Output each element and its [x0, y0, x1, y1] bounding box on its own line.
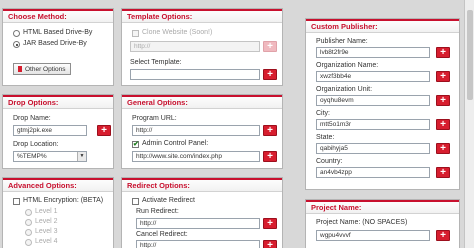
organization-name-field[interactable]: xwzf3bb4e — [316, 71, 430, 82]
method-jar-radio[interactable] — [13, 41, 20, 48]
redirect-options-panel: Redirect Options: Activate Redirect Run … — [121, 177, 283, 248]
custom-publisher-panel: Custom Publisher: Publisher Name: lvb8t2… — [305, 18, 460, 190]
organization-unit-label: Organization Unit: — [316, 86, 373, 93]
level-4-radio[interactable] — [25, 239, 32, 246]
organization-unit-add-button[interactable]: + — [436, 95, 450, 106]
program-url-field[interactable]: http:// — [132, 125, 260, 136]
custom-publisher-header: Custom Publisher: — [306, 19, 459, 33]
advanced-options-panel: Advanced Options: HTML Encryption: (BETA… — [2, 177, 114, 248]
state-field[interactable]: qabihyja5 — [316, 143, 430, 154]
country-field[interactable]: an4vb4zpp — [316, 167, 430, 178]
country-label: Country: — [316, 158, 343, 165]
advanced-options-header: Advanced Options: — [3, 178, 113, 192]
template-options-header: Template Options: — [122, 9, 282, 23]
organization-name-add-button[interactable]: + — [436, 71, 450, 82]
run-redirect-field[interactable]: http:// — [136, 218, 260, 229]
organization-name-label: Organization Name: — [316, 62, 379, 69]
chevron-down-icon: ▼ — [77, 152, 86, 161]
method-jar-label: JAR Based Drive-By — [23, 40, 87, 47]
method-html-label: HTML Based Drive-By — [23, 29, 93, 36]
program-url-label: Program URL: — [132, 115, 177, 122]
clone-url-field[interactable]: http:// — [130, 41, 260, 52]
choose-method-panel: Choose Method: HTML Based Drive-By JAR B… — [2, 8, 114, 86]
publisher-name-field[interactable]: lvb8t2fr9e — [316, 47, 430, 58]
level-4-label: Level 4 — [35, 238, 58, 245]
drop-options-panel: Drop Options: Drop Name: gtmj2pk.exe + D… — [2, 94, 114, 169]
other-options-label: Other Options — [25, 66, 66, 73]
vertical-scrollbar[interactable] — [464, 0, 474, 248]
redirect-options-title: Redirect Options: — [127, 181, 190, 190]
level-3-radio[interactable] — [25, 229, 32, 236]
drop-location-value: %TEMP% — [17, 153, 47, 160]
project-name-panel: Project Name: Project Name: (NO SPACES) … — [305, 199, 460, 248]
project-name-header: Project Name: — [306, 200, 459, 214]
general-options-title: General Options: — [127, 98, 188, 107]
level-1-radio[interactable] — [25, 209, 32, 216]
drop-options-title: Drop Options: — [8, 98, 59, 107]
general-options-panel: General Options: Program URL: http:// + … — [121, 94, 283, 169]
organization-unit-field[interactable]: oyqhu8evm — [316, 95, 430, 106]
project-name-title: Project Name: — [311, 203, 362, 212]
clone-add-button[interactable]: + — [263, 41, 277, 52]
cancel-redirect-add-button[interactable]: + — [263, 240, 277, 248]
activate-redirect-label: Activate Redirect — [142, 197, 195, 204]
admin-panel-field[interactable]: http://www.site.com/index.php — [132, 151, 260, 162]
city-add-button[interactable]: + — [436, 119, 450, 130]
method-html-radio[interactable] — [13, 30, 20, 37]
level-2-radio[interactable] — [25, 219, 32, 226]
drop-location-label: Drop Location: — [13, 141, 59, 148]
country-add-button[interactable]: + — [436, 167, 450, 178]
run-redirect-add-button[interactable]: + — [263, 218, 277, 229]
clone-website-label: Clone Website (Soon!) — [142, 29, 213, 36]
activate-redirect-checkbox[interactable] — [132, 198, 139, 205]
scrollbar-thumb[interactable] — [467, 10, 473, 100]
drop-options-header: Drop Options: — [3, 95, 113, 109]
cancel-redirect-field[interactable]: http:// — [136, 240, 260, 248]
run-redirect-label: Run Redirect: — [136, 208, 179, 215]
level-3-label: Level 3 — [35, 228, 58, 235]
project-name-field[interactable]: wgpu4vvvf — [316, 230, 430, 241]
admin-panel-add-button[interactable]: + — [263, 151, 277, 162]
publisher-name-label: Publisher Name: — [316, 38, 368, 45]
level-1-label: Level 1 — [35, 208, 58, 215]
drop-name-field[interactable]: gtmj2pk.exe — [13, 125, 87, 136]
city-label: City: — [316, 110, 330, 117]
redirect-options-header: Redirect Options: — [122, 178, 282, 192]
html-encryption-label: HTML Encryption: (BETA) — [23, 197, 104, 204]
program-url-add-button[interactable]: + — [263, 125, 277, 136]
choose-method-title: Choose Method: — [8, 12, 67, 21]
general-options-header: General Options: — [122, 95, 282, 109]
template-options-title: Template Options: — [127, 12, 193, 21]
select-template-add-button[interactable]: + — [263, 69, 277, 80]
other-options-button[interactable]: Other Options — [13, 63, 71, 75]
template-options-panel: Template Options: Clone Website (Soon!) … — [121, 8, 283, 86]
advanced-options-title: Advanced Options: — [8, 181, 77, 190]
select-template-field[interactable] — [130, 69, 260, 80]
html-encryption-checkbox[interactable] — [13, 198, 20, 205]
admin-panel-checkbox[interactable]: ✔ — [132, 141, 139, 148]
drop-name-label: Drop Name: — [13, 115, 51, 122]
project-name-add-button[interactable]: + — [436, 230, 450, 241]
state-label: State: — [316, 134, 335, 141]
city-field[interactable]: mtt5o1m3r — [316, 119, 430, 130]
publisher-name-add-button[interactable]: + — [436, 47, 450, 58]
project-name-label: Project Name: (NO SPACES) — [316, 219, 408, 226]
cancel-redirect-label: Cancel Redirect: — [136, 231, 188, 238]
choose-method-header: Choose Method: — [3, 9, 113, 23]
drop-name-add-button[interactable]: + — [97, 125, 111, 136]
clone-website-checkbox[interactable] — [132, 30, 139, 37]
admin-panel-label: Admin Control Panel: — [142, 140, 209, 147]
level-2-label: Level 2 — [35, 218, 58, 225]
other-options-marker — [18, 66, 22, 72]
drop-location-select[interactable]: %TEMP% ▼ — [13, 151, 87, 162]
custom-publisher-title: Custom Publisher: — [311, 22, 378, 31]
select-template-label: Select Template: — [130, 59, 182, 66]
state-add-button[interactable]: + — [436, 143, 450, 154]
